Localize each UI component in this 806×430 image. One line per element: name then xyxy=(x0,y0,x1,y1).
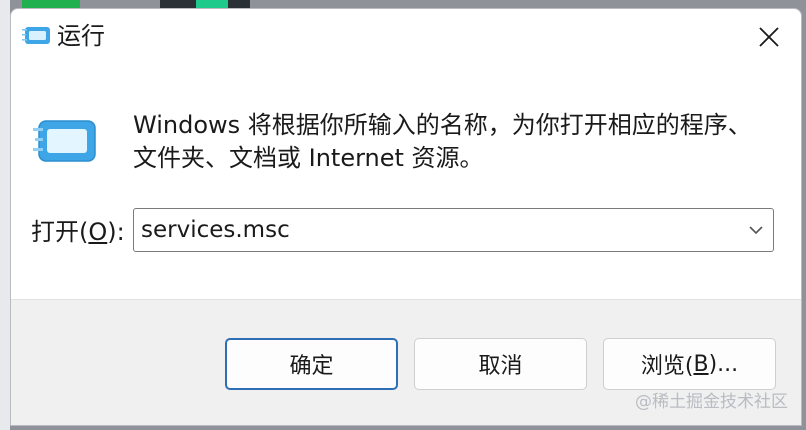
window-title: 运行 xyxy=(57,22,105,50)
ok-button[interactable]: 确定 xyxy=(225,338,398,390)
open-combobox[interactable] xyxy=(133,208,774,252)
run-app-icon xyxy=(22,27,50,44)
dialog-description: Windows 将根据你所输入的名称，为你打开相应的程序、文件夹、文档或 Int… xyxy=(133,111,752,172)
title-bar[interactable]: 运行 xyxy=(11,9,801,65)
accelerator-key: B xyxy=(693,351,709,377)
run-dialog: 运行 Windows 将根据你所输入的名称，为你打开相应的程序、文件夹、文档或 … xyxy=(10,8,802,426)
desktop-background-edge xyxy=(0,0,10,430)
chevron-down-icon[interactable] xyxy=(747,222,765,238)
desktop-tile xyxy=(196,0,228,8)
watermark: @稀土掘金技术社区 xyxy=(635,392,788,412)
browse-button[interactable]: 浏览(B)... xyxy=(603,338,776,390)
desktop-tile xyxy=(22,0,80,8)
close-button[interactable] xyxy=(737,9,801,65)
close-icon xyxy=(759,27,779,47)
open-input[interactable] xyxy=(134,209,734,251)
open-field-label: 打开(O): xyxy=(31,218,125,246)
accelerator-key: O xyxy=(88,218,108,246)
cancel-button[interactable]: 取消 xyxy=(414,338,587,390)
run-app-icon xyxy=(33,120,96,162)
